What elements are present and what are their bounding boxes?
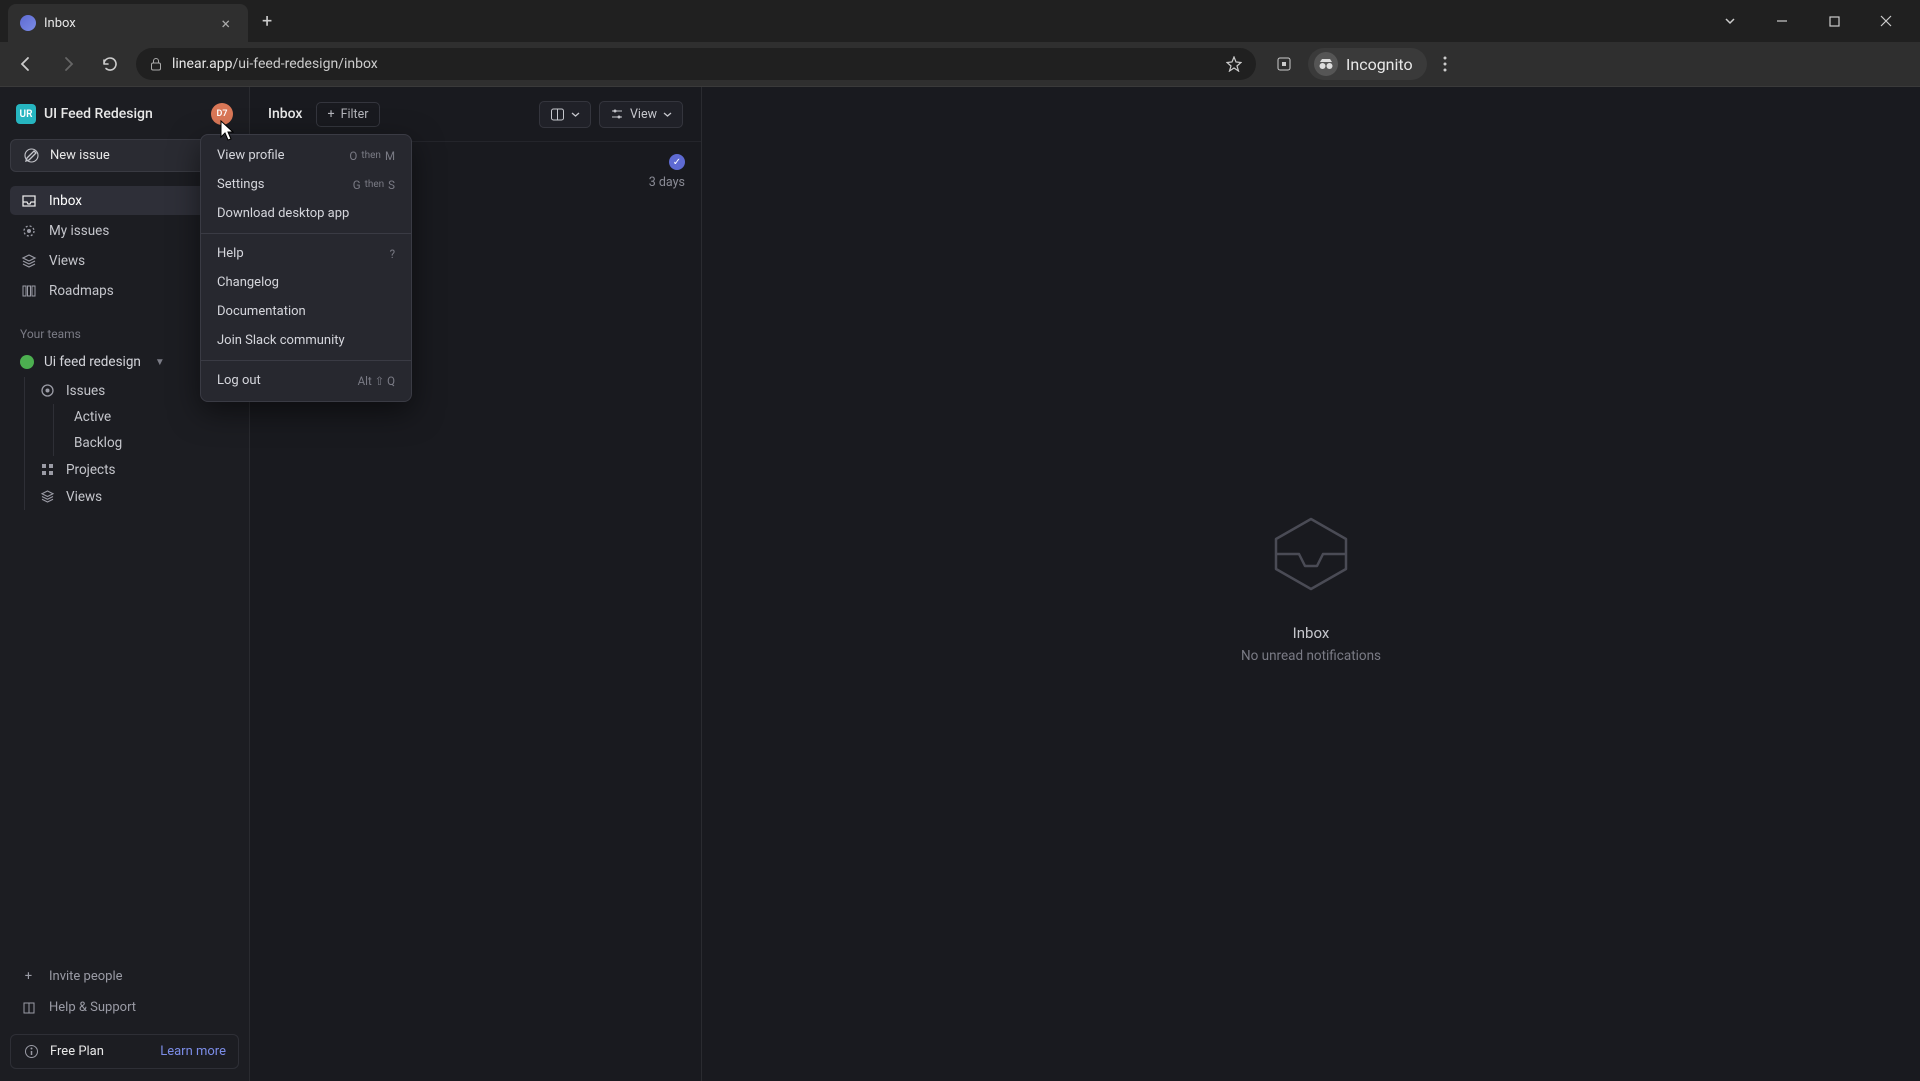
url-text: linear.app/ui-feed-redesign/inbox	[172, 56, 378, 72]
user-avatar[interactable]: D7	[211, 103, 233, 125]
team-projects-label: Projects	[66, 462, 116, 478]
menu-view-profile[interactable]: View profile O then M	[201, 141, 411, 170]
sliders-icon	[610, 107, 624, 121]
menu-logout[interactable]: Log out Alt ⇧ Q	[201, 366, 411, 395]
display-options-button[interactable]	[539, 101, 591, 128]
inbox-icon	[20, 192, 37, 209]
tab-search-icon[interactable]	[1708, 6, 1752, 36]
plus-icon: +	[20, 968, 37, 985]
browser-tab[interactable]: Inbox ×	[8, 4, 248, 42]
forward-button[interactable]	[52, 48, 84, 80]
address-bar[interactable]: linear.app/ui-feed-redesign/inbox	[136, 48, 1256, 80]
team-active[interactable]: Active	[54, 404, 239, 430]
team-color-dot	[20, 355, 34, 369]
new-tab-button[interactable]: +	[248, 11, 286, 32]
book-icon	[20, 999, 37, 1016]
menu-divider	[201, 233, 411, 234]
empty-title: Inbox	[1293, 624, 1330, 642]
shortcut: O then M	[349, 149, 395, 163]
issues-icon	[39, 382, 56, 399]
empty-inbox-icon	[1261, 504, 1361, 604]
team-name: Ui feed redesign	[44, 354, 141, 370]
window-controls	[1708, 6, 1920, 36]
minimize-icon[interactable]	[1760, 6, 1804, 36]
tab-bar: Inbox × +	[0, 0, 1920, 42]
menu-changelog[interactable]: Changelog	[201, 268, 411, 297]
learn-more-link[interactable]: Learn more	[160, 1044, 226, 1059]
layers-icon	[20, 252, 37, 269]
bookmark-icon[interactable]	[1226, 56, 1242, 72]
workspace-name: UI Feed Redesign	[44, 106, 153, 122]
back-button[interactable]	[10, 48, 42, 80]
linear-favicon	[20, 15, 36, 31]
kebab-menu-icon[interactable]	[1443, 56, 1447, 72]
incognito-label: Incognito	[1346, 55, 1413, 74]
shortcut: Alt ⇧ Q	[358, 374, 395, 388]
extensions-area: Incognito	[1266, 48, 1447, 80]
pencil-icon	[23, 147, 40, 164]
tab-title: Inbox	[44, 16, 207, 31]
plus-icon: +	[327, 107, 334, 122]
team-issues-sub: Active Backlog	[53, 404, 239, 456]
help-support[interactable]: Help & Support	[10, 993, 239, 1022]
team-views-label: Views	[66, 489, 102, 505]
lock-icon	[150, 57, 162, 71]
nav-inbox-label: Inbox	[49, 193, 82, 209]
roadmap-icon	[20, 282, 37, 299]
inbox-header: Inbox + Filter View	[250, 87, 701, 141]
browser-chrome: Inbox × + linear.app/ui-feed-redesign/in…	[0, 0, 1920, 87]
incognito-badge[interactable]: Incognito	[1308, 48, 1427, 80]
detail-panel: Inbox No unread notifications	[702, 87, 1920, 1081]
inbox-title: Inbox	[268, 106, 302, 122]
info-icon	[23, 1043, 40, 1060]
menu-help[interactable]: Help ?	[201, 239, 411, 268]
menu-divider	[201, 360, 411, 361]
maximize-icon[interactable]	[1812, 6, 1856, 36]
incognito-icon	[1314, 52, 1338, 76]
free-plan-banner[interactable]: Free Plan Learn more	[10, 1034, 239, 1069]
filter-button[interactable]: + Filter	[316, 102, 379, 127]
reload-button[interactable]	[94, 48, 126, 80]
team-backlog[interactable]: Backlog	[54, 430, 239, 456]
chevron-down-icon	[663, 110, 672, 119]
workspace-badge: UR	[16, 104, 36, 124]
team-issues-label: Issues	[66, 383, 105, 399]
menu-settings[interactable]: Settings G then S	[201, 170, 411, 199]
target-icon	[20, 222, 37, 239]
user-dropdown-menu: View profile O then M Settings G then S …	[200, 134, 412, 402]
menu-documentation[interactable]: Documentation	[201, 297, 411, 326]
shortcut: G then S	[353, 178, 395, 192]
projects-icon	[39, 461, 56, 478]
shortcut: ?	[390, 247, 395, 261]
new-issue-label: New issue	[50, 148, 110, 163]
invite-people[interactable]: + Invite people	[10, 962, 239, 991]
nav-roadmaps-label: Roadmaps	[49, 283, 114, 299]
nav-views-label: Views	[49, 253, 85, 269]
close-tab-icon[interactable]: ×	[215, 12, 236, 35]
done-status-icon: ✓	[669, 154, 685, 170]
empty-subtitle: No unread notifications	[1241, 648, 1381, 664]
nav-my-issues-label: My issues	[49, 223, 109, 239]
workspace-switcher[interactable]: UR UI Feed Redesign D7	[10, 99, 239, 129]
url-bar: linear.app/ui-feed-redesign/inbox Incogn…	[0, 42, 1920, 86]
menu-slack[interactable]: Join Slack community	[201, 326, 411, 355]
team-projects[interactable]: Projects	[25, 456, 239, 483]
extensions-icon[interactable]	[1276, 56, 1292, 72]
split-icon	[550, 107, 565, 122]
chevron-down-icon	[571, 110, 580, 119]
notification-time: 3 days	[649, 175, 685, 190]
main-area: Inbox + Filter View	[250, 87, 1920, 1081]
team-views[interactable]: Views	[25, 483, 239, 510]
chevron-down-icon: ▼	[155, 357, 165, 368]
view-button[interactable]: View	[599, 101, 683, 128]
sidebar-bottom: + Invite people Help & Support Free Plan…	[10, 962, 239, 1069]
layers-icon	[39, 488, 56, 505]
menu-download-app[interactable]: Download desktop app	[201, 199, 411, 228]
free-plan-label: Free Plan	[50, 1044, 104, 1059]
close-window-icon[interactable]	[1864, 6, 1908, 36]
